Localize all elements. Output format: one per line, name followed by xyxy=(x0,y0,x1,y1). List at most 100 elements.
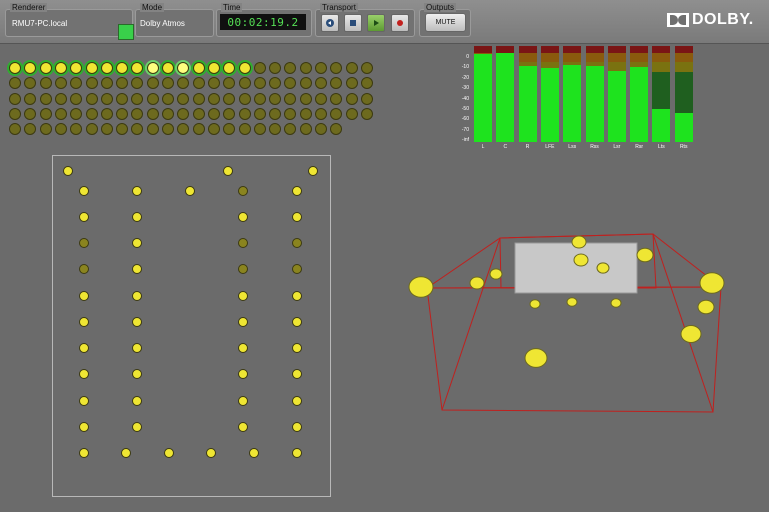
object-76[interactable] xyxy=(54,107,67,120)
object-15[interactable] xyxy=(223,62,236,74)
object-53[interactable] xyxy=(70,92,83,105)
object-42[interactable] xyxy=(269,77,282,90)
speaker-2[interactable] xyxy=(223,166,233,176)
speaker-3[interactable] xyxy=(308,166,318,176)
object-17[interactable] xyxy=(253,62,266,74)
object-30[interactable] xyxy=(85,77,98,90)
3d-object-8[interactable] xyxy=(529,299,541,309)
object-35[interactable] xyxy=(162,77,174,90)
speaker-20[interactable] xyxy=(292,264,302,274)
speaker-26[interactable] xyxy=(132,317,142,327)
object-57[interactable] xyxy=(131,92,144,105)
object-62[interactable] xyxy=(207,92,220,105)
speaker-21[interactable] xyxy=(79,291,89,301)
3d-object-13[interactable] xyxy=(680,325,702,343)
3d-object-6[interactable] xyxy=(596,262,610,274)
speaker-1[interactable] xyxy=(63,166,73,176)
object-95[interactable] xyxy=(345,107,358,120)
speaker-7[interactable] xyxy=(238,186,248,196)
object-105[interactable] xyxy=(131,123,144,136)
object-73[interactable] xyxy=(9,107,21,120)
object-40[interactable] xyxy=(238,77,251,90)
object-63[interactable] xyxy=(223,92,236,105)
object-94[interactable] xyxy=(330,107,343,120)
object-8[interactable] xyxy=(116,62,129,74)
3d-object-7[interactable] xyxy=(636,247,654,263)
3d-object-2[interactable] xyxy=(469,276,485,290)
speaker-13[interactable] xyxy=(79,238,89,248)
object-6[interactable] xyxy=(85,62,98,74)
object-18[interactable] xyxy=(269,62,282,74)
speaker-28[interactable] xyxy=(292,317,302,327)
object-106[interactable] xyxy=(146,123,159,136)
3d-object-4[interactable] xyxy=(571,235,587,249)
object-11[interactable] xyxy=(162,62,174,74)
object-91[interactable] xyxy=(284,107,297,120)
object-74[interactable] xyxy=(24,107,37,120)
speaker-36[interactable] xyxy=(292,369,302,379)
object-44[interactable] xyxy=(299,77,312,90)
object-41[interactable] xyxy=(253,77,266,90)
object-90[interactable] xyxy=(269,107,282,120)
object-83[interactable] xyxy=(162,107,174,120)
object-87[interactable] xyxy=(223,107,236,120)
speaker-17[interactable] xyxy=(79,264,89,274)
speaker-47[interactable] xyxy=(164,448,174,458)
speaker-4[interactable] xyxy=(79,186,89,196)
object-102[interactable] xyxy=(85,123,98,136)
object-86[interactable] xyxy=(207,107,220,120)
object-5[interactable] xyxy=(70,62,83,74)
object-25[interactable] xyxy=(9,77,21,90)
3d-object-5[interactable] xyxy=(573,253,589,267)
play-button[interactable] xyxy=(367,14,385,32)
speaker-5[interactable] xyxy=(132,186,142,196)
speaker-25[interactable] xyxy=(79,317,89,327)
object-70[interactable] xyxy=(330,92,343,105)
object-52[interactable] xyxy=(54,92,67,105)
rewind-button[interactable] xyxy=(321,14,339,32)
object-116[interactable] xyxy=(299,123,312,136)
object-49[interactable] xyxy=(9,92,21,105)
object-110[interactable] xyxy=(207,123,220,136)
3d-object-11[interactable] xyxy=(699,272,725,294)
speaker-37[interactable] xyxy=(79,396,89,406)
speaker-33[interactable] xyxy=(79,369,89,379)
object-55[interactable] xyxy=(100,92,113,105)
speaker-46[interactable] xyxy=(121,448,131,458)
object-24[interactable] xyxy=(360,62,373,74)
3d-object-10[interactable] xyxy=(610,298,622,308)
object-37[interactable] xyxy=(192,77,205,90)
object-26[interactable] xyxy=(24,77,37,90)
speaker-29[interactable] xyxy=(79,343,89,353)
object-51[interactable] xyxy=(39,92,52,105)
object-65[interactable] xyxy=(253,92,266,105)
object-33[interactable] xyxy=(131,77,144,90)
object-13[interactable] xyxy=(192,62,205,74)
object-69[interactable] xyxy=(315,92,327,105)
speaker-19[interactable] xyxy=(238,264,248,274)
object-82[interactable] xyxy=(146,107,159,120)
object-16[interactable] xyxy=(238,62,251,74)
object-58[interactable] xyxy=(146,92,159,105)
object-48[interactable] xyxy=(360,77,373,90)
object-27[interactable] xyxy=(39,77,52,90)
object-113[interactable] xyxy=(253,123,266,136)
object-107[interactable] xyxy=(162,123,174,136)
object-93[interactable] xyxy=(315,107,327,120)
object-50[interactable] xyxy=(24,92,37,105)
object-28[interactable] xyxy=(54,77,67,90)
object-77[interactable] xyxy=(70,107,83,120)
object-103[interactable] xyxy=(100,123,113,136)
object-101[interactable] xyxy=(70,123,83,136)
object-112[interactable] xyxy=(238,123,251,136)
object-89[interactable] xyxy=(253,107,266,120)
object-19[interactable] xyxy=(284,62,297,74)
object-43[interactable] xyxy=(284,77,297,90)
object-114[interactable] xyxy=(269,123,282,136)
object-96[interactable] xyxy=(360,107,373,120)
object-72[interactable] xyxy=(360,92,373,105)
object-100[interactable] xyxy=(54,123,67,136)
object-47[interactable] xyxy=(345,77,358,90)
speaker-22[interactable] xyxy=(132,291,142,301)
speaker-41[interactable] xyxy=(79,422,89,432)
